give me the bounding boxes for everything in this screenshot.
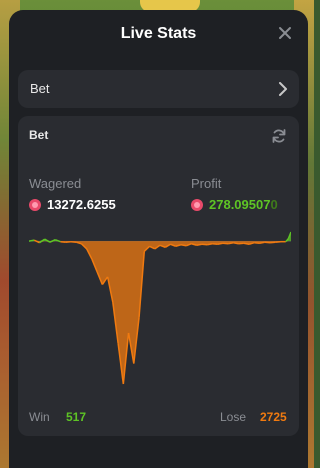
chart-line-segment [227, 241, 234, 245]
live-stats-panel: Live Stats Bet Bet Wagered 13272.6255 Pr… [9, 10, 308, 468]
chart-line-segment [269, 241, 276, 244]
profit-amount: 278.09507 [209, 197, 271, 212]
stats-card-title: Bet [29, 128, 49, 142]
bet-selector[interactable]: Bet [18, 70, 299, 108]
chart-loss-area [29, 241, 291, 384]
profit-value: 278.09507 0 [191, 197, 278, 212]
chart-line-segment [29, 239, 35, 242]
close-icon[interactable] [278, 26, 292, 40]
profit-amount-tail: 0 [270, 197, 278, 212]
wagered-label: Wagered [29, 176, 82, 191]
chart-line-segment [60, 240, 66, 243]
chart-line-segment [233, 241, 239, 245]
chart-line-segment [180, 244, 187, 247]
chart-line-segment [243, 242, 250, 245]
chart-line-segment [275, 240, 281, 243]
chart-line-segment [264, 241, 271, 244]
bet-selector-label: Bet [30, 81, 50, 96]
chart-line-segment [207, 242, 213, 246]
chart-line-segment [196, 243, 203, 246]
win-label: Win [29, 410, 50, 424]
chart-line-segment [222, 242, 229, 245]
chart-line-segment [254, 241, 260, 244]
wagered-amount: 13272.6255 [47, 197, 116, 212]
profit-label: Profit [191, 176, 222, 191]
chart-line-segment [65, 240, 71, 243]
wagered-value: 13272.6255 [29, 197, 116, 212]
refresh-icon[interactable] [271, 128, 287, 149]
tron-coin-icon [191, 198, 203, 211]
win-count: 517 [66, 410, 87, 424]
chart-profit-area [29, 232, 291, 242]
profit-chart [29, 231, 291, 385]
chart-line-segment [259, 241, 265, 244]
chart-line-segment [238, 242, 244, 245]
chart-line-segment [212, 242, 218, 245]
chevron-right-icon [278, 82, 288, 101]
lose-label: Lose [220, 410, 247, 424]
chart-line-segment [217, 242, 224, 245]
stats-card: Bet Wagered 13272.6255 Profit 278.09507 0… [18, 116, 299, 436]
lose-count: 2725 [260, 410, 287, 424]
chart-line-segment [201, 243, 208, 246]
tron-coin-icon [29, 198, 41, 211]
chart-line-segment [70, 240, 77, 243]
panel-title: Live Stats [120, 25, 197, 42]
